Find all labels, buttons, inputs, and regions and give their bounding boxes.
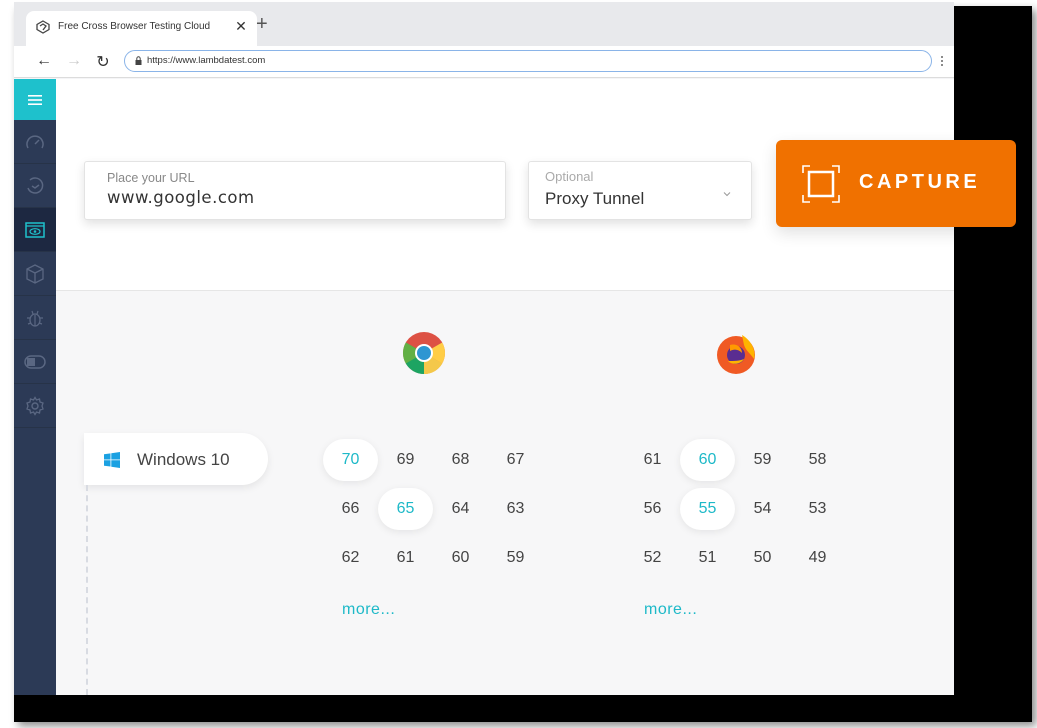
box-icon [26,263,44,284]
chrome-version-62[interactable]: 62 [323,537,378,579]
chrome-version-63[interactable]: 63 [488,488,543,530]
chevron-down-icon [723,192,731,197]
toggle-icon [24,354,46,369]
hamburger-menu-button[interactable] [14,79,56,120]
firefox-version-55[interactable]: 55 [680,488,735,530]
browser-tab[interactable]: Free Cross Browser Testing Cloud ✕ [26,11,257,46]
firefox-version-grid: 61 60 59 58 56 55 54 53 52 51 50 49 [625,436,845,583]
firefox-version-56[interactable]: 56 [625,488,680,530]
os-label: Windows 10 [137,450,230,469]
sidebar-item-history[interactable] [14,164,56,208]
url-field[interactable]: Place your URL [84,161,506,220]
sidebar-item-toggle[interactable] [14,340,56,384]
proxy-selected-value: Proxy Tunnel [545,189,645,208]
browser-window: Free Cross Browser Testing Cloud ✕ + ← →… [14,2,954,695]
chrome-version-65[interactable]: 65 [378,488,433,530]
gear-icon [26,395,44,416]
proxy-tunnel-select[interactable]: Optional Proxy Tunnel [528,161,752,220]
sidebar-item-integrations[interactable] [14,252,56,296]
capture-button[interactable]: CAPTURE [776,140,1016,227]
url-input[interactable] [107,188,487,207]
visual-eye-icon [25,221,45,238]
sidebar-item-visual-testing[interactable] [14,208,56,252]
chrome-more-link[interactable]: more... [342,601,395,619]
proxy-optional-label: Optional [545,169,594,184]
sidebar-item-dashboard[interactable] [14,120,56,164]
firefox-version-54[interactable]: 54 [735,488,790,530]
new-tab-button[interactable]: + [256,14,268,34]
chrome-icon [402,332,446,374]
sidebar-item-settings[interactable] [14,384,56,428]
reload-icon[interactable]: ↻ [93,52,113,72]
firefox-version-49[interactable]: 49 [790,537,845,579]
screenshot-stage: Free Cross Browser Testing Cloud ✕ + ← →… [0,0,1037,728]
tab-title: Free Cross Browser Testing Cloud [58,21,211,32]
firefox-version-53[interactable]: 53 [790,488,845,530]
firefox-version-51[interactable]: 51 [680,537,735,579]
firefox-version-58[interactable]: 58 [790,439,845,481]
sidebar-item-bugs[interactable] [14,296,56,340]
firefox-icon [717,335,755,374]
chrome-version-66[interactable]: 66 [323,488,378,530]
tab-strip: Free Cross Browser Testing Cloud ✕ + [14,2,954,46]
chrome-version-67[interactable]: 67 [488,439,543,481]
firefox-version-59[interactable]: 59 [735,439,790,481]
firefox-version-52[interactable]: 52 [625,537,680,579]
os-tree-connector [86,485,88,695]
browser-menu-icon[interactable] [940,55,946,67]
capture-frame-icon [802,165,840,203]
lock-icon [135,56,142,65]
lambdatest-favicon-icon [36,20,50,34]
back-arrow-icon[interactable]: ← [34,52,54,70]
chrome-version-grid: 70 69 68 67 66 65 64 63 62 61 60 59 [323,436,543,583]
firefox-more-link[interactable]: more... [644,601,697,619]
chrome-version-70[interactable]: 70 [323,439,378,481]
firefox-version-50[interactable]: 50 [735,537,790,579]
chrome-version-68[interactable]: 68 [433,439,488,481]
tab-close-icon[interactable]: ✕ [233,18,249,35]
chrome-version-59[interactable]: 59 [488,537,543,579]
windows-icon [104,452,120,468]
bug-icon [27,310,43,327]
os-windows-10-pill[interactable]: Windows 10 [84,433,268,485]
clock-history-icon [27,176,44,194]
sidebar [14,79,56,695]
speedometer-icon [26,134,44,148]
chrome-version-64[interactable]: 64 [433,488,488,530]
forward-arrow-icon[interactable]: → [64,52,84,70]
chrome-version-61[interactable]: 61 [378,537,433,579]
url-text: https://www.lambdatest.com [147,55,266,66]
chrome-version-69[interactable]: 69 [378,439,433,481]
firefox-version-60[interactable]: 60 [680,439,735,481]
capture-label: CAPTURE [859,171,981,193]
url-field-label: Place your URL [107,171,195,185]
hamburger-icon [28,94,42,105]
address-bar[interactable]: https://www.lambdatest.com [124,50,932,72]
chrome-version-60[interactable]: 60 [433,537,488,579]
firefox-version-61[interactable]: 61 [625,439,680,481]
browser-toolbar: ← → ↻ https://www.lambdatest.com [14,46,954,78]
